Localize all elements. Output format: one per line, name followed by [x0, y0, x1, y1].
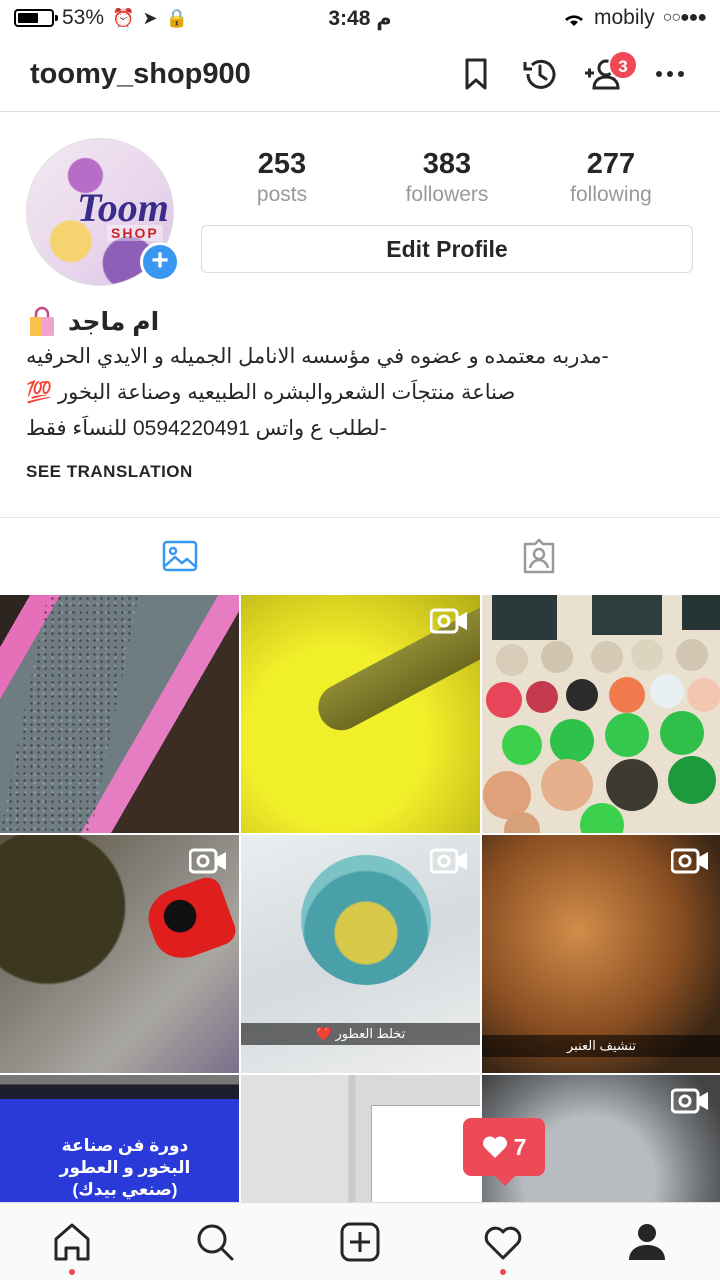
activity-heart-icon[interactable]: [482, 1221, 524, 1263]
shopping-bag-icon: [30, 306, 54, 336]
home-icon[interactable]: [51, 1221, 93, 1263]
post-thumbnail[interactable]: [241, 1075, 480, 1202]
soap-image: [483, 595, 720, 833]
stat-following[interactable]: 277 following: [536, 148, 686, 207]
display-name: ام ماجد: [68, 308, 160, 336]
wifi-icon: [564, 15, 583, 26]
stat-followers-value: 383: [422, 148, 472, 180]
status-right: mobily ○○●●●: [562, 6, 707, 30]
options-icon[interactable]: [650, 54, 690, 94]
post-thumbnail[interactable]: تنشيف العنبر: [482, 835, 720, 1073]
stat-following-label: following: [570, 183, 652, 206]
avatar-logo-text: Toom: [77, 185, 169, 230]
post-thumbnail[interactable]: [482, 595, 720, 833]
bottom-nav: [0, 1202, 720, 1280]
home-notification-dot: [69, 1269, 75, 1275]
profile-icon[interactable]: [626, 1221, 668, 1263]
post-caption: تخلط العطور ❤️: [241, 1023, 480, 1045]
posts-grid: تخلط العطور ❤️ تنشيف العنبر دورة فن صناع…: [0, 595, 720, 1202]
stat-posts-label: posts: [256, 183, 308, 206]
tab-grid-posts-icon[interactable]: [162, 538, 198, 574]
post-thumbnail[interactable]: [0, 835, 239, 1073]
video-icon: [671, 1088, 708, 1114]
stat-followers-label: followers: [405, 183, 489, 206]
avatar-logo-subtext: SHOP: [107, 225, 163, 241]
username-title[interactable]: toomy_shop900: [30, 58, 251, 91]
bio-line-3: -لطلب ع واتس 0594220491 للنساَء فقط: [26, 417, 387, 440]
video-icon: [189, 848, 226, 874]
heart-icon: [482, 1136, 507, 1158]
bookmark-icon[interactable]: [456, 54, 496, 94]
video-icon: [430, 848, 467, 874]
post-thumbnail[interactable]: تخلط العطور ❤️: [241, 835, 480, 1073]
post-caption: تنشيف العنبر: [482, 1035, 720, 1057]
post-thumbnail[interactable]: [241, 595, 480, 833]
post-screen-text: دورة فن صناعة البخور و العطور (صنعي بيدك…: [59, 1136, 191, 1199]
status-bar: 53% ⏰ ➤ 🔒 3:48 م mobily ○○●●●: [0, 0, 720, 38]
new-post-icon[interactable]: [339, 1221, 381, 1263]
post-thumbnail[interactable]: [0, 595, 239, 833]
bio-line-1: -مدربه معتمده و عضوه في مؤسسه الانامل ال…: [26, 345, 609, 368]
profile-header: toomy_shop900 3: [0, 38, 720, 112]
likes-activity-popup[interactable]: 7: [463, 1118, 545, 1186]
video-icon: [671, 848, 708, 874]
activity-notification-dot: [500, 1269, 506, 1275]
stat-posts[interactable]: 253 posts: [207, 148, 357, 207]
signal-icon: ○○●●●: [662, 9, 707, 26]
search-icon[interactable]: [194, 1221, 236, 1263]
video-icon: [430, 608, 467, 634]
likes-count: 7: [513, 1133, 527, 1160]
stat-posts-value: 253: [257, 148, 307, 180]
tab-tagged-icon[interactable]: [521, 538, 557, 574]
see-translation-link[interactable]: SEE TRANSLATION: [26, 462, 193, 482]
add-story-button[interactable]: +: [140, 242, 180, 282]
edit-profile-button[interactable]: Edit Profile: [201, 225, 693, 273]
stat-followers[interactable]: 383 followers: [372, 148, 522, 207]
notification-badge: 3: [608, 50, 638, 80]
post-thumbnail[interactable]: دورة فن صناعة البخور و العطور (صنعي بيدك…: [0, 1075, 239, 1202]
profile-tabs: [0, 517, 720, 595]
carrier-name: mobily: [593, 6, 655, 29]
stat-following-value: 277: [586, 148, 636, 180]
display-name-row: ام ماجد: [26, 306, 159, 338]
archive-history-icon[interactable]: [520, 54, 560, 94]
bio-line-2: صناعة منتجاَت الشعروالبشره الطبيعيه وصنا…: [26, 381, 516, 404]
